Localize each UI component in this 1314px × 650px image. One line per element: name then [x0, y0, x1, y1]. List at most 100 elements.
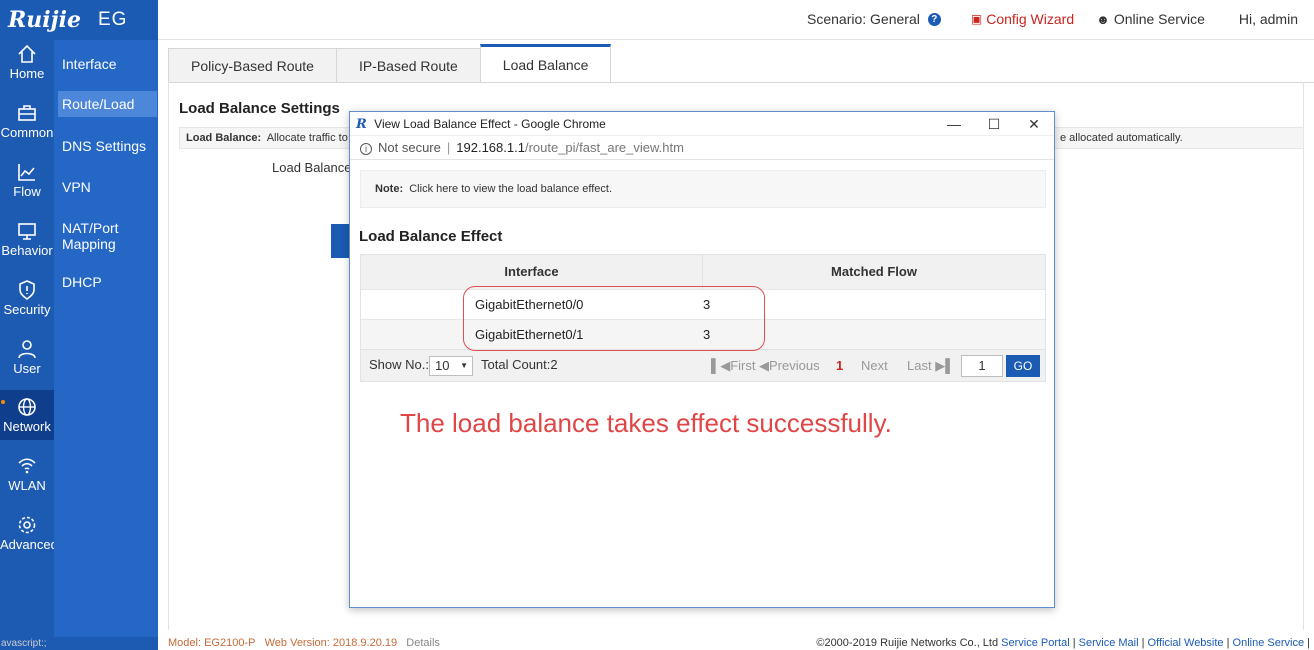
footer-online-service[interactable]: Online Service	[1233, 637, 1305, 649]
logo[interactable]: Ruijie EG	[0, 0, 158, 40]
first-page-link[interactable]: ▌◀First	[711, 358, 756, 374]
pagination: Show No.: 10 ▼ Total Count:2 ▌◀First ◀Pr…	[361, 349, 1045, 381]
wizard-icon: ▣	[970, 12, 983, 26]
scenario: Scenario: General ?	[807, 11, 941, 27]
nav-user[interactable]: User	[0, 339, 54, 381]
nav-flow-label: Flow	[13, 184, 41, 199]
briefcase-icon	[18, 105, 36, 121]
last-page-link[interactable]: Last ▶▌	[907, 358, 954, 374]
next-page-link[interactable]: Next	[861, 358, 888, 373]
previous-label: Previous	[769, 358, 820, 373]
last-page-icon: ▶▌	[935, 358, 955, 373]
nav-home[interactable]: Home	[0, 44, 54, 86]
maximize-icon[interactable]: ☐	[974, 112, 1014, 136]
nav-advanced-label: Advanced	[0, 537, 58, 552]
page-size-select[interactable]: 10 ▼	[429, 356, 473, 376]
gear-icon	[18, 516, 36, 534]
nav-security-label: Security	[3, 302, 51, 317]
brand-name: Ruijie	[8, 7, 81, 33]
window-controls: — ☐ ✕	[934, 112, 1054, 136]
nav-network[interactable]: Network	[0, 390, 54, 440]
footer-official-website[interactable]: Official Website	[1148, 637, 1224, 649]
active-indicator	[1, 400, 5, 404]
footer-info: Model: EG2100-P Web Version: 2018.9.20.1…	[168, 637, 440, 650]
globe-icon	[18, 398, 36, 416]
popup-titlebar[interactable]: R View Load Balance Effect - Google Chro…	[350, 112, 1054, 136]
current-page[interactable]: 1	[836, 358, 843, 373]
info-bar-tail: e allocated automatically.	[1060, 132, 1183, 144]
sub-nav: Interface Route/Load DNS Settings VPN NA…	[54, 40, 158, 637]
help-icon[interactable]: ?	[927, 12, 941, 26]
info-icon[interactable]: i	[360, 143, 372, 155]
nav-user-label: User	[13, 361, 41, 376]
nav-network-label: Network	[3, 419, 51, 434]
greeting-label: Hi, admin	[1238, 11, 1298, 27]
header-matched-flow: Matched Flow	[831, 264, 917, 279]
scenario-value: General	[870, 11, 920, 27]
nav-common[interactable]: Common	[0, 103, 54, 145]
footer-details-link[interactable]: Details	[406, 637, 440, 649]
subnav-nat-port-mapping[interactable]: NAT/Port Mapping	[54, 220, 144, 252]
info-bar-label: Load Balance:	[186, 132, 262, 144]
subnav-dns-settings[interactable]: DNS Settings	[54, 138, 158, 154]
footer-service-mail[interactable]: Service Mail	[1079, 637, 1139, 649]
nav-behavior-label: Behavior	[1, 243, 53, 258]
user-icon	[18, 340, 36, 359]
subnav-dhcp[interactable]: DHCP	[54, 274, 158, 290]
ruijie-logo-icon: R	[356, 117, 367, 132]
tab-load-balance[interactable]: Load Balance	[479, 44, 612, 82]
nav-common-label: Common	[0, 125, 54, 140]
nav-security[interactable]: Security	[0, 280, 54, 322]
footer-copyright: ©2000-2019 Ruijie Networks Co., Ltd	[816, 637, 999, 649]
nav-behavior[interactable]: Behavior	[0, 221, 54, 263]
hidden-action-button[interactable]	[331, 224, 351, 258]
load-balance-label: Load Balance	[272, 160, 352, 175]
monitor-icon	[18, 223, 36, 240]
footer-links: ©2000-2019 Ruijie Networks Co., Ltd Serv…	[816, 637, 1310, 649]
online-service-label: Online Service	[1113, 11, 1205, 27]
show-no-label: Show No.:	[369, 357, 429, 372]
chart-icon	[18, 164, 35, 181]
nav-advanced[interactable]: Advanced	[0, 515, 58, 557]
first-page-icon: ▌◀	[711, 358, 731, 373]
footer-web-version: Web Version: 2018.9.20.19	[264, 637, 398, 649]
address-bar[interactable]: i Not secure | 192.168.1.1/route_pi/fast_ar…	[350, 136, 1054, 160]
popup-note[interactable]: Note: Click here to view the load balanc…	[360, 170, 1046, 208]
nav-flow[interactable]: Flow	[0, 162, 54, 204]
last-label: Last	[907, 358, 932, 373]
top-header: Ruijie EG Scenario: General ? ▣ Config W…	[0, 0, 1314, 40]
config-wizard-link[interactable]: ▣ Config Wizard	[971, 11, 1074, 27]
nav-home-label: Home	[9, 66, 45, 81]
online-service-link[interactable]: ☻ Online Service	[1096, 11, 1205, 27]
footer-service-portal[interactable]: Service Portal	[1001, 637, 1069, 649]
shield-icon	[19, 280, 35, 300]
popup-heading: Load Balance Effect	[359, 228, 503, 245]
product-name: EG	[98, 9, 128, 30]
first-label: First	[730, 358, 756, 373]
footer-model: Model: EG2100-P	[168, 637, 256, 649]
main-nav: Home Common Flow Behavior Security User …	[0, 40, 58, 637]
go-button[interactable]: GO	[1006, 355, 1040, 377]
page-number-input[interactable]: 1	[961, 355, 1003, 377]
subnav-interface[interactable]: Interface	[54, 56, 158, 72]
minimize-icon[interactable]: —	[934, 112, 974, 136]
dropdown-arrow-icon: ▼	[460, 361, 468, 370]
header-interface: Interface	[361, 255, 703, 289]
tab-ip-based-route[interactable]: IP-Based Route	[335, 48, 481, 82]
tab-policy-based-route[interactable]: Policy-Based Route	[168, 48, 337, 82]
nav-wlan-label: WLAN	[8, 478, 46, 493]
subnav-route-load[interactable]: Route/Load	[58, 91, 157, 117]
previous-page-link[interactable]: ◀Previous	[759, 358, 820, 374]
popup-note-text: Click here to view the load balance effe…	[409, 183, 613, 195]
header-actions: Scenario: General ? ▣ Config Wizard ☻ On…	[785, 11, 1298, 27]
section-title: Load Balance Settings	[179, 100, 340, 117]
tab-bar: Policy-Based Route IP-Based Route Load B…	[168, 44, 612, 82]
subnav-vpn[interactable]: VPN	[54, 179, 158, 195]
user-greeting[interactable]: Hi, admin	[1239, 11, 1298, 27]
annotation-text: The load balance takes effect successful…	[400, 408, 892, 438]
info-bar-text: Allocate traffic to	[266, 132, 348, 144]
nav-wlan[interactable]: WLAN	[0, 456, 54, 498]
status-url: avascript:;	[0, 637, 158, 650]
popup-window: R View Load Balance Effect - Google Chro…	[349, 111, 1055, 608]
close-icon[interactable]: ✕	[1014, 112, 1054, 136]
